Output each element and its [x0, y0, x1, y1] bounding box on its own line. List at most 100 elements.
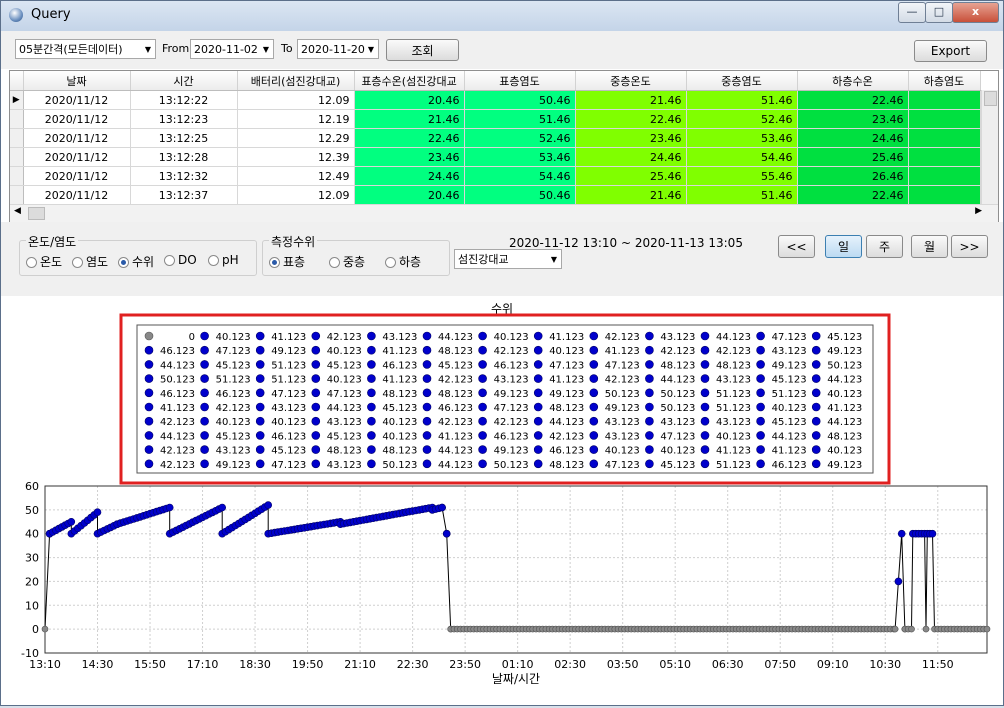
column-header[interactable]: 배터리(섬진강대교): [237, 71, 355, 91]
cell-date[interactable]: 2020/11/12: [23, 90, 131, 110]
table-row[interactable]: 2020/11/12 13:12:32 12.49 24.46 54.46 25…: [10, 166, 981, 186]
cell-battery[interactable]: 12.29: [237, 128, 355, 148]
interval-select[interactable]: 05분간격(모든데이터) ▼: [15, 39, 156, 59]
cell-date[interactable]: 2020/11/12: [23, 128, 131, 148]
column-header[interactable]: 중층온도: [575, 71, 687, 91]
vertical-scrollbar[interactable]: [981, 90, 998, 204]
column-header[interactable]: 중층염도: [686, 71, 798, 91]
cell-battery[interactable]: 12.39: [237, 147, 355, 167]
cell-date[interactable]: 2020/11/12: [23, 166, 131, 186]
cell-surface-salinity[interactable]: 54.46: [464, 166, 576, 186]
cell-middle-temp[interactable]: 23.46: [575, 128, 687, 148]
cell-bottom-temp[interactable]: 22.46: [797, 90, 909, 110]
cell-time[interactable]: 13:12:23: [130, 109, 238, 129]
cell-middle-salinity[interactable]: 51.46: [686, 185, 798, 205]
cell-middle-temp[interactable]: 22.46: [575, 109, 687, 129]
cell-bottom-temp[interactable]: 23.46: [797, 109, 909, 129]
table-row[interactable]: ▶ 2020/11/12 13:12:22 12.09 20.46 50.46 …: [10, 90, 981, 110]
cell-middle-salinity[interactable]: 55.46: [686, 166, 798, 186]
close-button[interactable]: x: [952, 2, 999, 23]
cell-time[interactable]: 13:12:25: [130, 128, 238, 148]
cell-battery[interactable]: 12.09: [237, 90, 355, 110]
cell-middle-salinity[interactable]: 54.46: [686, 147, 798, 167]
column-header[interactable]: 날짜: [23, 71, 131, 91]
cell-bottom-temp[interactable]: 22.46: [797, 185, 909, 205]
cell-bottom-temp[interactable]: 24.46: [797, 128, 909, 148]
cell-middle-salinity[interactable]: 52.46: [686, 109, 798, 129]
cell-bottom-temp[interactable]: 26.46: [797, 166, 909, 186]
radio-ph[interactable]: pH: [208, 253, 239, 267]
cell-time[interactable]: 13:12:22: [130, 90, 238, 110]
scroll-left-icon[interactable]: ◀: [14, 206, 21, 216]
column-header[interactable]: 표층수온(섬진강대교: [354, 71, 465, 91]
radio-surface[interactable]: 표층: [269, 253, 305, 270]
cell-time[interactable]: 13:12:28: [130, 147, 238, 167]
cell-middle-temp[interactable]: 25.46: [575, 166, 687, 186]
cell-bottom-salinity[interactable]: [908, 128, 981, 148]
cell-surface-salinity[interactable]: 50.46: [464, 90, 576, 110]
cell-middle-temp[interactable]: 24.46: [575, 147, 687, 167]
column-header[interactable]: 하층수온: [797, 71, 909, 91]
cell-surface-temp[interactable]: 22.46: [354, 128, 465, 148]
cell-bottom-salinity[interactable]: [908, 90, 981, 110]
cell-middle-salinity[interactable]: 51.46: [686, 90, 798, 110]
cell-surface-salinity[interactable]: 51.46: [464, 109, 576, 129]
table-row[interactable]: 2020/11/12 13:12:37 12.09 20.46 50.46 21…: [10, 185, 981, 205]
scroll-right-icon[interactable]: ▶: [975, 206, 982, 216]
cell-surface-salinity[interactable]: 53.46: [464, 147, 576, 167]
maximize-button[interactable]: □: [925, 2, 953, 23]
data-grid[interactable]: 날짜 시간 배터리(섬진강대교) 표층수온(섬진강대교 표층염도 중층온도 중층…: [9, 70, 999, 223]
scroll-thumb[interactable]: [28, 207, 45, 220]
cell-battery[interactable]: 12.09: [237, 185, 355, 205]
cell-battery[interactable]: 12.49: [237, 166, 355, 186]
water-level-chart[interactable]: 수위-10010203040506013:10 14:30 15:50 17:10 18…: [1, 297, 1003, 705]
cell-surface-temp[interactable]: 24.46: [354, 166, 465, 186]
minimize-button[interactable]: —: [898, 2, 926, 23]
radio-middle[interactable]: 중층: [329, 253, 365, 270]
station-select[interactable]: 섬진강대교 ▼: [454, 249, 562, 269]
radio-bottom[interactable]: 하층: [385, 253, 421, 270]
cell-date[interactable]: 2020/11/12: [23, 109, 131, 129]
cell-middle-temp[interactable]: 21.46: [575, 90, 687, 110]
cell-surface-salinity[interactable]: 50.46: [464, 185, 576, 205]
day-button[interactable]: 일: [825, 235, 862, 258]
next-button[interactable]: >>: [951, 235, 988, 258]
scroll-thumb[interactable]: [984, 91, 997, 106]
cell-bottom-salinity[interactable]: [908, 109, 981, 129]
radio-water-level[interactable]: 수위: [118, 253, 154, 270]
from-date-picker[interactable]: 2020-11-02 ▼: [190, 39, 274, 59]
month-button[interactable]: 월: [911, 235, 948, 258]
cell-time[interactable]: 13:12:37: [130, 185, 238, 205]
column-header[interactable]: 표층염도: [464, 71, 576, 91]
cell-surface-salinity[interactable]: 52.46: [464, 128, 576, 148]
cell-surface-temp[interactable]: 20.46: [354, 90, 465, 110]
cell-bottom-temp[interactable]: 25.46: [797, 147, 909, 167]
to-date-picker[interactable]: 2020-11-20 ▼: [297, 39, 379, 59]
table-row[interactable]: 2020/11/12 13:12:25 12.29 22.46 52.46 23…: [10, 128, 981, 148]
cell-surface-temp[interactable]: 23.46: [354, 147, 465, 167]
prev-button[interactable]: <<: [778, 235, 815, 258]
horizontal-scrollbar[interactable]: ◀ ▶: [10, 204, 998, 222]
table-row[interactable]: 2020/11/12 13:12:23 12.19 21.46 51.46 22…: [10, 109, 981, 129]
cell-surface-temp[interactable]: 21.46: [354, 109, 465, 129]
week-button[interactable]: 주: [866, 235, 903, 258]
radio-salinity[interactable]: 염도: [72, 253, 108, 270]
cell-date[interactable]: 2020/11/12: [23, 147, 131, 167]
cell-middle-temp[interactable]: 21.46: [575, 185, 687, 205]
cell-time[interactable]: 13:12:32: [130, 166, 238, 186]
radio-temperature[interactable]: 온도: [26, 253, 62, 270]
cell-bottom-salinity[interactable]: [908, 147, 981, 167]
radio-do[interactable]: DO: [164, 253, 197, 267]
cell-bottom-salinity[interactable]: [908, 185, 981, 205]
export-button[interactable]: Export: [914, 40, 987, 62]
table-row[interactable]: 2020/11/12 13:12:28 12.39 23.46 53.46 24…: [10, 147, 981, 167]
cell-middle-salinity[interactable]: 53.46: [686, 128, 798, 148]
cell-date[interactable]: 2020/11/12: [23, 185, 131, 205]
cell-battery[interactable]: 12.19: [237, 109, 355, 129]
search-button[interactable]: 조회: [386, 39, 459, 61]
column-header[interactable]: 하층염도: [908, 71, 981, 91]
cell-surface-temp[interactable]: 20.46: [354, 185, 465, 205]
title-bar[interactable]: Query — □ x: [1, 1, 1003, 31]
cell-bottom-salinity[interactable]: [908, 166, 981, 186]
column-header[interactable]: 시간: [130, 71, 238, 91]
